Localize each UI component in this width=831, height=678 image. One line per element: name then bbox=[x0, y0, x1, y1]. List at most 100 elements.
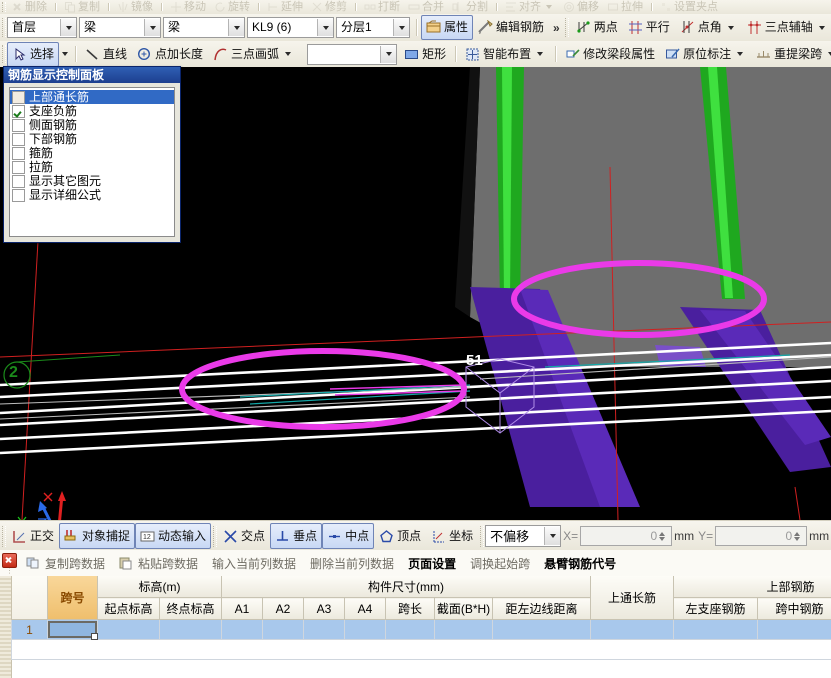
rectangle-button[interactable]: 矩形 bbox=[399, 42, 451, 67]
header-dist-to-left-edge[interactable]: 距左边线距离 bbox=[491, 597, 592, 620]
header-a3[interactable]: A3 bbox=[303, 597, 345, 620]
chevron-down-icon[interactable] bbox=[537, 52, 544, 56]
chevron-down-icon[interactable] bbox=[393, 19, 409, 36]
cell-section-bh[interactable] bbox=[434, 619, 493, 640]
select-button[interactable]: 选择 bbox=[7, 41, 60, 67]
toolbar-button-align[interactable]: 对齐 bbox=[501, 0, 559, 14]
toolbar-grip[interactable] bbox=[564, 14, 571, 41]
chevron-down-icon[interactable] bbox=[544, 527, 561, 545]
point-plus-length-button[interactable]: 点加长度 bbox=[132, 42, 208, 67]
toggle-object-snap[interactable]: 对象捕捉 bbox=[59, 523, 136, 549]
rebar-item-stirrup[interactable]: 箍筋 bbox=[10, 146, 174, 160]
rebar-item-top-through[interactable]: 上部通长筋 bbox=[10, 90, 174, 104]
cell-a3[interactable] bbox=[303, 619, 345, 640]
toolbar-button-move[interactable]: 移动 bbox=[166, 0, 210, 14]
cell-end-elevation[interactable] bbox=[159, 619, 222, 640]
checkbox-checked-icon[interactable] bbox=[12, 104, 25, 118]
subcategory-combo[interactable]: 梁 bbox=[163, 17, 245, 38]
header-section-bh[interactable]: 截面(B*H) bbox=[434, 597, 493, 620]
draw-style-combo[interactable] bbox=[307, 43, 398, 65]
header-top-through-rebar[interactable]: 上通长筋 bbox=[590, 576, 675, 620]
snap-coordinate[interactable]: 坐标 bbox=[426, 523, 478, 549]
floor-combo[interactable]: 首层 bbox=[7, 17, 77, 38]
header-left-support-rebar[interactable]: 左支座钢筋 bbox=[673, 597, 759, 620]
rebar-item-support-negative[interactable]: 支座负筋 bbox=[10, 104, 174, 118]
delete-current-column-button[interactable]: 删除当前列数据 bbox=[303, 553, 401, 574]
rebar-item-show-other-elements[interactable]: 显示其它图元 bbox=[10, 174, 174, 188]
toolbar-button-break[interactable]: 打断 bbox=[360, 0, 404, 14]
checkbox-unchecked-icon[interactable] bbox=[12, 146, 25, 160]
cantilever-rebar-code-button[interactable]: 悬臂钢筋代号 bbox=[537, 553, 623, 574]
y-spinner[interactable] bbox=[794, 528, 804, 544]
cell-start-elevation[interactable] bbox=[97, 619, 160, 640]
offset-mode-combo[interactable]: 不偏移 bbox=[485, 525, 562, 547]
active-cell-marker[interactable] bbox=[48, 621, 98, 640]
axis-tool-parallel[interactable]: 平行 bbox=[623, 15, 675, 40]
cell-dist-left-edge[interactable] bbox=[491, 619, 592, 640]
chevron-down-icon[interactable] bbox=[737, 52, 744, 56]
header-midspan-rebar[interactable]: 跨中钢筋 bbox=[757, 597, 831, 620]
toolbar-overflow-chevron[interactable]: » bbox=[549, 21, 564, 35]
snap-vertex[interactable]: 顶点 bbox=[374, 523, 426, 549]
paste-span-data-button[interactable]: 粘贴跨数据 bbox=[112, 553, 205, 574]
toolbar-button-mirror[interactable]: 镜像 bbox=[113, 0, 157, 14]
checkbox-unchecked-icon[interactable] bbox=[12, 174, 25, 188]
checkbox-unchecked-icon[interactable] bbox=[12, 160, 25, 174]
toolbar-button-extend[interactable]: 延伸 bbox=[263, 0, 307, 14]
chevron-down-icon[interactable] bbox=[380, 45, 397, 63]
toolbar-grip[interactable] bbox=[0, 0, 7, 14]
edit-rebar-button[interactable]: 编辑钢筋 bbox=[473, 15, 549, 40]
toolbar-button-split[interactable]: 分割 bbox=[448, 0, 492, 14]
toolbar-button-copy[interactable]: 复制 bbox=[60, 0, 104, 14]
smart-layout-button[interactable]: 智能布置 bbox=[460, 42, 551, 67]
checkbox-unchecked-icon[interactable] bbox=[12, 188, 25, 202]
toolbar-button-offset[interactable]: 偏移 bbox=[559, 0, 603, 14]
statusbar-grip[interactable] bbox=[478, 521, 485, 551]
snap-perpendicular[interactable]: 垂点 bbox=[270, 523, 323, 549]
chevron-down-icon[interactable] bbox=[228, 19, 244, 36]
axis-tool-point-angle[interactable]: 点角 bbox=[675, 15, 742, 40]
span-data-grid[interactable]: 跨号 标高(m) 构件尺寸(mm) 上通长筋 上部钢筋 起点标高 终点标高 A1… bbox=[0, 576, 831, 678]
axis-tool-two-point[interactable]: 两点 bbox=[571, 15, 623, 40]
toolbar-button-grip-set[interactable]: 设置夹点 bbox=[656, 0, 722, 14]
toolbar-button-merge[interactable]: 合并 bbox=[404, 0, 448, 14]
rebar-item-show-detail-formula[interactable]: 显示详细公式 bbox=[10, 188, 174, 202]
chevron-down-icon[interactable] bbox=[317, 19, 333, 36]
checkbox-unchecked-icon[interactable] bbox=[12, 90, 25, 104]
chevron-down-icon[interactable] bbox=[818, 25, 825, 30]
toolbar-button-rotate[interactable]: 旋转 bbox=[210, 0, 254, 14]
copy-span-data-button[interactable]: 复制跨数据 bbox=[19, 553, 112, 574]
row-number[interactable]: 1 bbox=[11, 619, 48, 640]
rebar-item-bottom[interactable]: 下部钢筋 bbox=[10, 132, 174, 146]
edit-beam-segment-button[interactable]: 修改梁段属性 bbox=[560, 42, 660, 67]
statusbar-grip[interactable] bbox=[211, 521, 218, 551]
table-row[interactable]: 1 bbox=[11, 619, 831, 640]
layer-combo[interactable]: 分层1 bbox=[336, 17, 410, 38]
toolbar-button-trim[interactable]: 修剪 bbox=[307, 0, 351, 14]
header-a1[interactable]: A1 bbox=[221, 597, 263, 620]
snap-intersection[interactable]: 交点 bbox=[218, 523, 270, 549]
checkbox-unchecked-icon[interactable] bbox=[12, 132, 25, 146]
header-end-elevation[interactable]: 终点标高 bbox=[159, 597, 222, 620]
input-current-column-button[interactable]: 输入当前列数据 bbox=[205, 553, 303, 574]
header-a4[interactable]: A4 bbox=[344, 597, 386, 620]
cell-span-no[interactable] bbox=[47, 619, 98, 640]
toolbar-button-stretch[interactable]: 拉伸 bbox=[603, 0, 647, 14]
toolbar-button-delete[interactable]: 删除 bbox=[7, 0, 51, 14]
header-span-no[interactable]: 跨号 bbox=[47, 576, 98, 620]
cell-left-support-rebar[interactable] bbox=[673, 619, 759, 640]
page-setup-button[interactable]: 页面设置 bbox=[401, 553, 463, 574]
cell-a2[interactable] bbox=[262, 619, 304, 640]
cell-span-length[interactable] bbox=[385, 619, 435, 640]
draw-line-button[interactable]: 直线 bbox=[80, 42, 132, 67]
three-point-arc-button[interactable]: 三点画弧 bbox=[208, 42, 299, 67]
swap-start-span-button[interactable]: 调换起始跨 bbox=[463, 553, 537, 574]
cell-a1[interactable] bbox=[221, 619, 263, 640]
rebar-display-control-panel[interactable]: 钢筋显示控制面板 上部通长筋 支座负筋 侧面钢筋 下部钢筋 箍筋 拉筋 显示其它… bbox=[3, 66, 181, 243]
header-span-length[interactable]: 跨长 bbox=[385, 597, 435, 620]
x-input[interactable]: 0 bbox=[580, 526, 673, 546]
in-place-annotation-button[interactable]: 原位标注 bbox=[660, 42, 751, 67]
header-a2[interactable]: A2 bbox=[262, 597, 304, 620]
chevron-down-icon[interactable] bbox=[60, 19, 76, 36]
toggle-ortho[interactable]: 正交 bbox=[7, 523, 59, 549]
